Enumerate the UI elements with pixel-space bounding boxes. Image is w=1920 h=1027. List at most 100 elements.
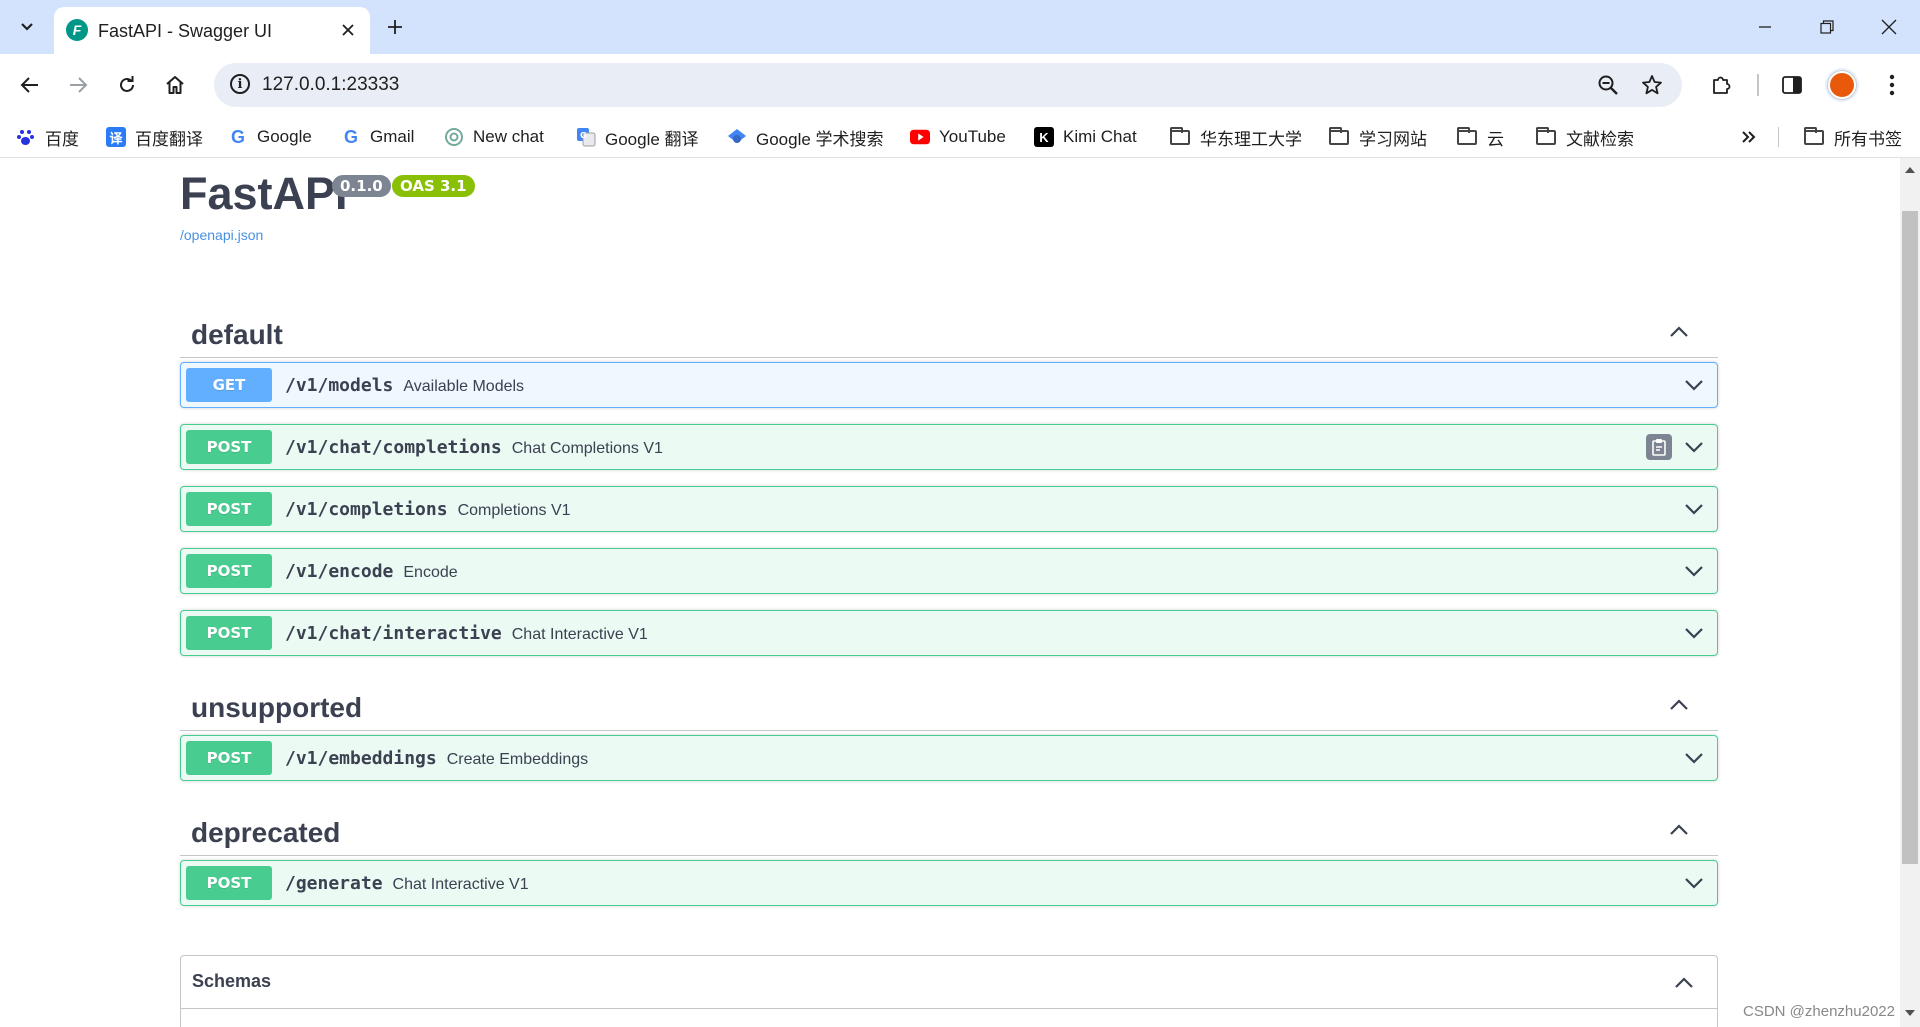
- bookmark-youtube[interactable]: YouTube: [910, 125, 1006, 149]
- bookmarks-bar: 百度 译 百度翻译 G Google G Gmail New chat G Go…: [0, 117, 1920, 158]
- scholar-icon: [727, 127, 747, 147]
- bookmark-google-translate[interactable]: G Google 翻译: [576, 125, 699, 149]
- fastapi-favicon-icon: F: [66, 19, 88, 41]
- browser-toolbar: i 127.0.0.1:23333: [0, 54, 1920, 117]
- chevron-down-icon[interactable]: [1683, 622, 1705, 644]
- all-bookmarks-button[interactable]: 所有书签: [1804, 125, 1902, 149]
- chevron-down-icon[interactable]: [1683, 498, 1705, 520]
- url-text[interactable]: 127.0.0.1:23333: [262, 74, 399, 96]
- operation-summary: Create Embeddings: [446, 751, 589, 768]
- more-vertical-icon: [1889, 74, 1895, 96]
- folder-icon: [1536, 126, 1556, 145]
- zoom-button[interactable]: [1594, 71, 1622, 99]
- bookmark-kimi[interactable]: K Kimi Chat: [1034, 125, 1137, 149]
- operation-summary: Completions V1: [457, 502, 571, 519]
- operation-post-generate[interactable]: POST /generate Chat Interactive V1: [180, 860, 1718, 906]
- operation-path: /v1/models: [285, 375, 394, 396]
- method-badge: POST: [186, 554, 272, 588]
- bookmark-baidu[interactable]: 百度: [16, 125, 79, 149]
- browser-menu-button[interactable]: [1875, 68, 1909, 102]
- openapi-json-link[interactable]: /openapi.json: [180, 227, 263, 243]
- bookmark-folder-cloud[interactable]: 云: [1457, 125, 1504, 149]
- tag-name: default: [191, 319, 283, 350]
- operation-get-v1-models[interactable]: GET /v1/models Available Models: [180, 362, 1718, 408]
- bookmark-label: New chat: [473, 127, 544, 146]
- extensions-button[interactable]: [1704, 68, 1738, 102]
- side-panel-button[interactable]: [1775, 68, 1809, 102]
- minimize-button[interactable]: [1745, 12, 1785, 42]
- folder-icon: [1804, 126, 1824, 145]
- operation-post-v1-chat-interactive[interactable]: POST /v1/chat/interactive Chat Interactiv…: [180, 610, 1718, 656]
- youtube-icon: [910, 127, 930, 147]
- tag-name: unsupported: [191, 692, 363, 723]
- tab-close-button[interactable]: [335, 17, 361, 43]
- bookmark-folder-literature[interactable]: 文献检索: [1536, 125, 1634, 149]
- chevron-down-icon[interactable]: [1683, 747, 1705, 769]
- scroll-thumb[interactable]: [1902, 211, 1918, 864]
- bookmark-google-scholar[interactable]: Google 学术搜索: [727, 125, 884, 149]
- chevron-down-icon[interactable]: [1683, 560, 1705, 582]
- tag-header-unsupported[interactable]: unsupported: [180, 680, 1718, 731]
- puzzle-icon: [1713, 76, 1731, 94]
- operation-path-group: /v1/chat/completions Chat Completions V1: [285, 437, 663, 458]
- site-info-icon[interactable]: i: [230, 74, 250, 94]
- google-translate-icon: G: [576, 127, 596, 147]
- chevron-up-icon: [1670, 824, 1688, 835]
- address-bar[interactable]: i 127.0.0.1:23333: [214, 63, 1682, 107]
- operation-path: /v1/completions: [285, 499, 448, 520]
- bookmark-new-chat[interactable]: New chat: [444, 125, 544, 149]
- close-window-button[interactable]: [1869, 12, 1909, 42]
- chevron-down-icon[interactable]: [1683, 374, 1705, 396]
- zoom-out-icon: [1598, 75, 1618, 95]
- tag-header-default[interactable]: default: [180, 307, 1718, 358]
- chevron-down-icon: [21, 23, 33, 31]
- bookmark-folder-ecust[interactable]: 华东理工大学: [1170, 125, 1302, 149]
- bookmark-folder-study[interactable]: 学习网站: [1329, 125, 1427, 149]
- new-tab-button[interactable]: [380, 12, 410, 42]
- method-badge: POST: [186, 866, 272, 900]
- schemas-header[interactable]: Schemas: [181, 956, 1717, 1009]
- reload-button[interactable]: [110, 68, 144, 102]
- bookmark-gmail[interactable]: G Gmail: [341, 125, 414, 149]
- translate-icon: 译: [106, 127, 126, 147]
- home-button[interactable]: [158, 68, 192, 102]
- bookmark-label: YouTube: [939, 127, 1006, 146]
- chevron-down-icon[interactable]: [1683, 872, 1705, 894]
- tag-header-deprecated[interactable]: deprecated: [180, 805, 1718, 856]
- bookmark-google[interactable]: G Google: [228, 125, 312, 149]
- operation-summary: Chat Interactive V1: [511, 626, 648, 643]
- method-badge: POST: [186, 616, 272, 650]
- bookmarks-overflow-button[interactable]: [1741, 125, 1757, 149]
- method-badge: POST: [186, 430, 272, 464]
- browser-tab-active[interactable]: F FastAPI - Swagger UI: [54, 7, 370, 54]
- chevron-up-icon: [1675, 977, 1693, 988]
- operation-path-group: /v1/models Available Models: [285, 375, 524, 396]
- bookmark-baidu-translate[interactable]: 译 百度翻译: [106, 125, 203, 149]
- forward-button[interactable]: [61, 68, 95, 102]
- chevron-down-icon[interactable]: [1683, 436, 1705, 458]
- bookmark-label: Google 翻译: [605, 129, 699, 149]
- star-icon: [1642, 75, 1662, 95]
- bookmark-star-button[interactable]: [1638, 71, 1666, 99]
- page-scrollbar[interactable]: [1900, 158, 1920, 1027]
- arrow-right-icon: [70, 77, 88, 93]
- folder-icon: [1170, 126, 1190, 145]
- operation-path-group: /v1/encode Encode: [285, 561, 458, 582]
- tab-search-button[interactable]: [12, 12, 42, 42]
- arrow-left-icon: [20, 77, 38, 93]
- operation-post-v1-embeddings[interactable]: POST /v1/embeddings Create Embeddings: [180, 735, 1718, 781]
- profile-avatar[interactable]: [1825, 68, 1859, 102]
- operation-path: /v1/chat/completions: [285, 437, 502, 458]
- tag-name: deprecated: [191, 817, 341, 848]
- scroll-up-arrow-icon[interactable]: [1905, 167, 1915, 173]
- api-title: FastAPI: [180, 168, 348, 219]
- operation-summary: Chat Completions V1: [511, 440, 663, 457]
- operation-post-v1-encode[interactable]: POST /v1/encode Encode: [180, 548, 1718, 594]
- operation-post-v1-chat-completions[interactable]: POST /v1/chat/completions Chat Completion…: [180, 424, 1718, 470]
- scroll-down-arrow-icon[interactable]: [1905, 1010, 1915, 1016]
- toolbar-divider: [1757, 74, 1759, 96]
- restore-button[interactable]: [1807, 12, 1847, 42]
- operation-post-v1-completions[interactable]: POST /v1/completions Completions V1: [180, 486, 1718, 532]
- back-button[interactable]: [13, 68, 47, 102]
- copy-path-button[interactable]: [1646, 434, 1672, 460]
